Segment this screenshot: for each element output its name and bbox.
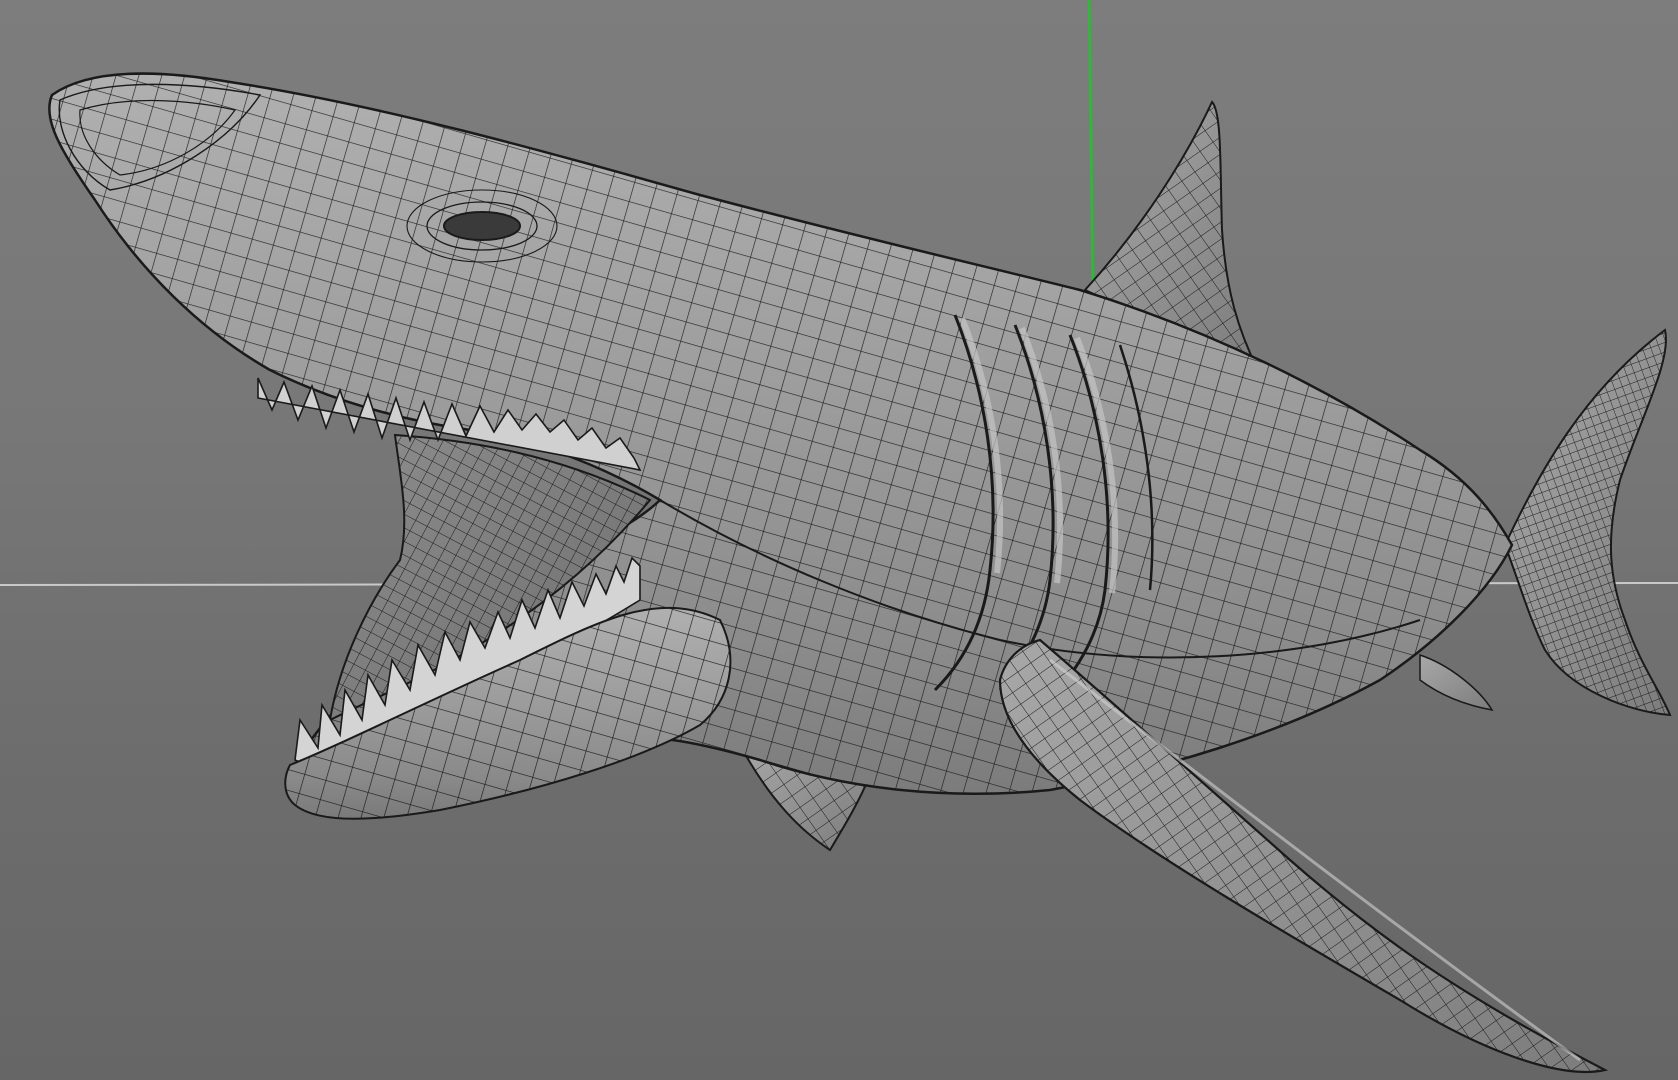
shark-mesh[interactable] [48, 72, 1672, 1074]
viewport-canvas[interactable] [0, 0, 1678, 1080]
tail-fin[interactable] [1503, 328, 1672, 717]
3d-viewport[interactable] [0, 0, 1678, 1080]
shark-body[interactable] [48, 72, 1514, 812]
anal-fin [1419, 653, 1494, 712]
y-axis-line [1087, 0, 1095, 293]
